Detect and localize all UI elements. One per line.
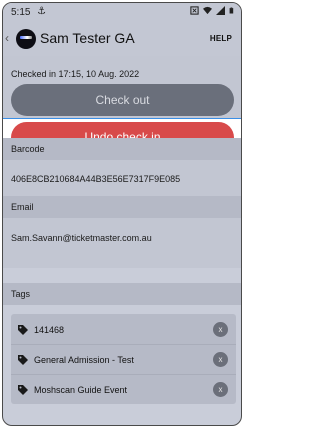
remove-tag-button[interactable]: x <box>213 352 228 367</box>
email-value: Sam.Savann@ticketmaster.com.au <box>11 233 152 243</box>
signal-icon <box>216 6 225 15</box>
tag-label: General Admission - Test <box>34 354 134 365</box>
remove-tag-button[interactable]: x <box>213 322 228 337</box>
help-button[interactable]: HELP <box>210 34 232 43</box>
tag-item: Moshscan Guide Event x <box>11 375 236 404</box>
email-header: Email <box>3 196 241 218</box>
page-title: Sam Tester GA <box>40 30 135 46</box>
nfc-icon <box>190 6 199 15</box>
phone-screen: 5:15 ⚓ ‹ Sam Tester GA HELP Checked in 1… <box>2 2 242 426</box>
status-bar: 5:15 ⚓ <box>3 3 241 22</box>
tag-item: General Admission - Test x <box>11 345 236 374</box>
checkin-status-text: Checked in 17:15, 10 Aug. 2022 <box>11 69 140 79</box>
tag-label: Moshscan Guide Event <box>34 384 128 395</box>
event-logo <box>16 29 36 49</box>
tag-item: 141468 x <box>11 315 236 344</box>
status-icons <box>190 6 235 15</box>
remove-tag-button[interactable]: x <box>213 382 228 397</box>
tags-list: 141468 x General Admission - Test x Mosh… <box>11 314 236 404</box>
wifi-icon <box>203 6 212 15</box>
email-row <box>3 218 241 268</box>
tag-icon <box>18 354 28 365</box>
barcode-value: 406E8CB210684A44B3E56E7317F9E085 <box>11 174 181 184</box>
chevron-left-icon[interactable]: ‹ <box>5 31 9 45</box>
check-out-button[interactable]: Check out <box>11 84 234 116</box>
app-bar: ‹ Sam Tester GA HELP <box>3 22 241 56</box>
tags-header: Tags <box>3 283 241 305</box>
tag-label: 141468 <box>34 324 65 335</box>
status-time: 5:15 <box>11 7 31 18</box>
usb-icon: ⚓ <box>37 6 46 17</box>
tag-icon <box>18 324 28 335</box>
barcode-header: Barcode <box>3 138 241 160</box>
tag-icon <box>18 384 28 395</box>
battery-icon <box>229 7 234 14</box>
